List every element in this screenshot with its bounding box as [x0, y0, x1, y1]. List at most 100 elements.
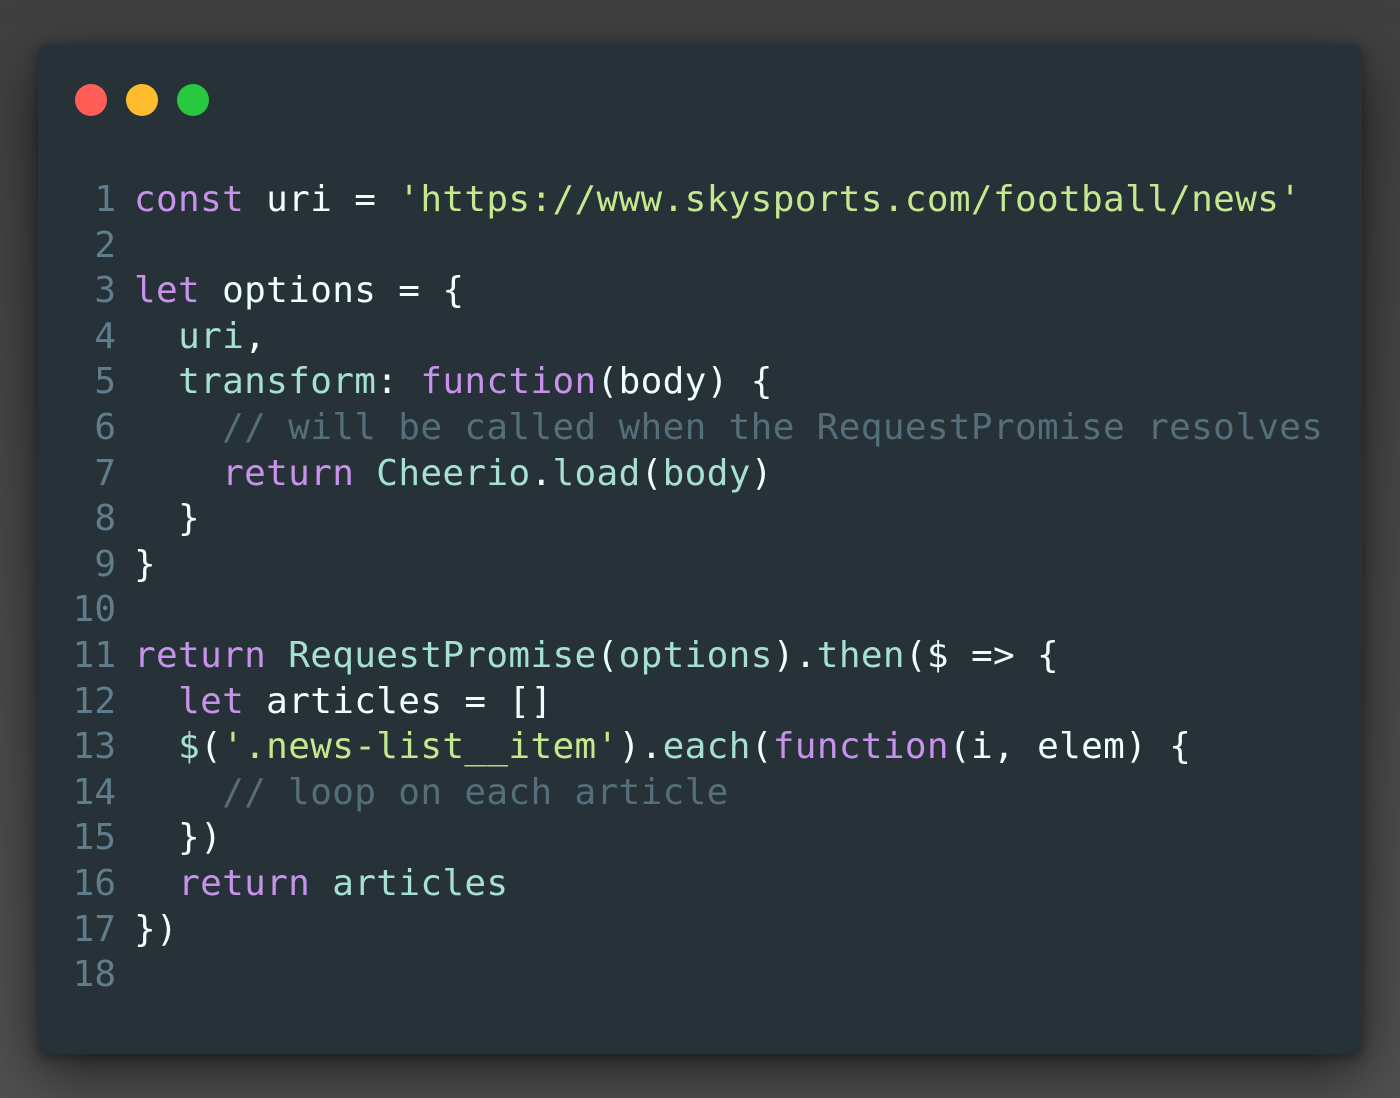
window-controls: [75, 84, 209, 116]
code-token: function: [420, 361, 597, 403]
zoom-dot-icon[interactable]: [177, 84, 209, 116]
line-number: 12: [72, 680, 116, 722]
code-editor: 1 const uri = 'https://www.skysports.com/…: [38, 177, 1362, 998]
line-number: 16: [72, 862, 116, 904]
code-text: }): [134, 815, 1362, 861]
code-token: }): [134, 908, 179, 950]
code-token: then: [816, 634, 905, 676]
code-token: .: [530, 452, 553, 494]
code-token: (body) {: [596, 361, 773, 403]
code-window: 1 const uri = 'https://www.skysports.com/…: [38, 44, 1362, 1054]
code-token: RequestPromise: [288, 634, 597, 676]
code-line: 9}: [38, 542, 1362, 588]
code-token: function: [772, 726, 949, 768]
code-text: uri,: [134, 314, 1362, 360]
code-text: }): [134, 907, 1362, 953]
line-number: 14: [72, 771, 116, 813]
code-token: (: [200, 726, 223, 768]
code-line: 16 return articles: [38, 861, 1362, 907]
close-dot-icon[interactable]: [75, 84, 107, 116]
code-token: // loop on each article: [222, 771, 729, 813]
code-line: 5 transform: function(body) {: [38, 359, 1362, 405]
code-line: 14 // loop on each article: [38, 770, 1362, 816]
code-token: uri =: [244, 179, 399, 220]
code-text: // loop on each article: [134, 770, 1362, 816]
code-token: let: [178, 680, 245, 722]
code-line: 1 const uri = 'https://www.skysports.com/…: [38, 177, 1362, 223]
code-line: 11 return RequestPromise(options).then($ …: [38, 633, 1362, 679]
code-line: 7 return Cheerio.load(body): [38, 451, 1362, 497]
code-token: Cheerio: [376, 452, 531, 494]
code-token: $: [178, 726, 201, 768]
line-number: 1: [94, 179, 116, 220]
code-token: const: [134, 179, 245, 220]
code-text: transform: function(body) {: [134, 359, 1362, 405]
line-number: 6: [94, 406, 116, 448]
code-token: }: [134, 543, 157, 585]
line-number: 15: [72, 817, 116, 859]
code-token: ($ => {: [904, 634, 1060, 676]
code-line: 12 let articles = []: [38, 679, 1362, 725]
code-token: :: [376, 361, 421, 403]
code-line: 10: [38, 587, 1362, 633]
code-token: let: [134, 270, 201, 312]
code-text: $('.news-list__item').each(function(i, e…: [134, 724, 1362, 770]
line-number: 9: [94, 543, 116, 585]
line-number: 11: [72, 634, 116, 676]
line-number: 8: [94, 498, 116, 540]
code-text: // will be called when the RequestPromis…: [134, 405, 1362, 451]
code-token: '.news-list__item': [222, 726, 619, 768]
code-token: }: [134, 498, 201, 540]
code-token: return: [178, 862, 311, 904]
code-token: }): [134, 817, 223, 859]
code-token: uri: [178, 315, 245, 357]
code-line: 3 let options = {: [38, 268, 1362, 314]
code-token: body: [662, 452, 751, 494]
code-token: ,: [244, 315, 267, 357]
code-line: 15 }): [38, 815, 1362, 861]
code-text: }: [134, 496, 1362, 542]
code-text: let articles = []: [134, 679, 1362, 725]
code-line: 2: [38, 223, 1362, 269]
code-token: ): [750, 452, 773, 494]
line-number: 3: [94, 270, 116, 312]
code-line: 8 }: [38, 496, 1362, 542]
line-number: 17: [72, 908, 116, 950]
code-text: return Cheerio.load(body): [134, 451, 1362, 497]
line-number: 13: [72, 726, 116, 768]
code-token: ).: [772, 634, 817, 676]
line-number: 18: [72, 954, 116, 996]
code-token: return: [134, 634, 267, 676]
code-text: let options = {: [134, 268, 1362, 314]
code-text: }: [134, 542, 1362, 588]
line-number: 2: [94, 224, 116, 266]
code-token: (i, elem) {: [948, 726, 1192, 768]
code-token: transform: [178, 361, 377, 403]
line-number: 10: [72, 589, 116, 631]
code-token: options: [618, 634, 773, 676]
line-number: 4: [94, 315, 116, 357]
line-number: 7: [94, 452, 116, 494]
code-token: articles = []: [244, 680, 553, 722]
code-line: 13 $('.news-list__item').each(function(i…: [38, 724, 1362, 770]
code-line: 4 uri,: [38, 314, 1362, 360]
minimize-dot-icon[interactable]: [126, 84, 158, 116]
code-text: return articles: [134, 861, 1362, 907]
code-line: 17}): [38, 907, 1362, 953]
code-line: 18: [38, 952, 1362, 998]
code-line: 6 // will be called when the RequestProm…: [38, 405, 1362, 451]
